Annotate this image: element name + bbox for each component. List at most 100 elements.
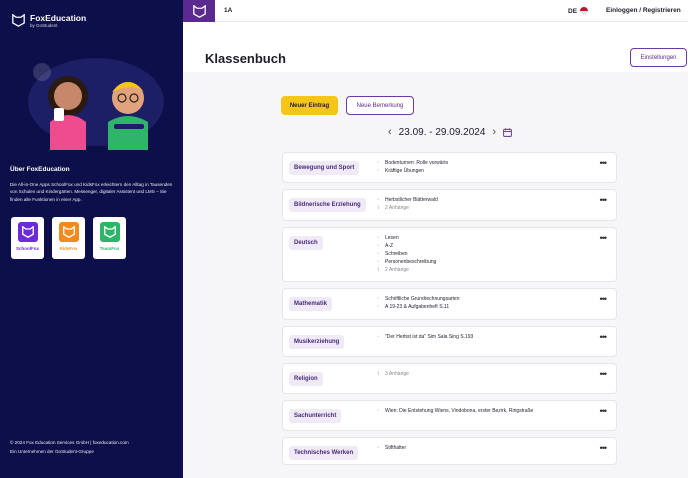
entry-icon: ▫ [377, 160, 379, 166]
schoolfox-icon [17, 222, 38, 242]
more-options-icon[interactable]: ••• [600, 158, 608, 168]
language-switcher[interactable]: DE [568, 7, 589, 15]
entry-icon: ▫ [377, 243, 379, 249]
brand-name: FoxEducation [30, 13, 87, 23]
teamfox-icon [99, 222, 120, 242]
entry-line: ▫ Wien: Die Entstehung Wiens, Vindobona, … [377, 407, 533, 415]
entry-line: ▫ Stifthalter [377, 444, 406, 452]
entry-list: ⌇ 3 Anhänge [377, 370, 409, 378]
brand-logo[interactable]: FoxEducation by GoStudent [12, 14, 86, 29]
more-options-icon[interactable]: ••• [600, 369, 608, 379]
attachments-line[interactable]: ⌇ 2 Anhänge [377, 204, 438, 212]
more-options-icon[interactable]: ••• [600, 233, 608, 243]
entry-text: Bodenturnen: Rolle vorwärts [385, 160, 449, 166]
week-navigator: ‹ 23.09. - 29.09.2024 › [388, 126, 512, 138]
paperclip-icon: ⌇ [377, 267, 380, 273]
chevron-right-icon[interactable]: › [492, 126, 496, 138]
about-text: Die All-in-One Apps SchoolFox und KidsFo… [10, 182, 173, 202]
kidsfox-icon [58, 222, 79, 242]
top-bar: 1A DE Einloggen / Registrieren [183, 0, 688, 22]
app-name: TeamFox [99, 246, 120, 251]
more-options-icon[interactable]: ••• [600, 332, 608, 342]
paperclip-icon: ⌇ [377, 371, 380, 377]
entry-list: ▫ Bodenturnen: Rolle vorwärts ▫ Kräftige Üb… [377, 159, 448, 175]
paperclip-icon: ⌇ [377, 205, 380, 211]
entry-list: ▫ "Der Herbst ist da" Sim Sala Sing S.193 [377, 333, 473, 341]
app-kidsfox[interactable]: KidsFox [52, 217, 85, 259]
entry-line: ▫ Kräftige Übungen [377, 167, 448, 175]
settings-button[interactable]: Einstellungen [630, 48, 687, 67]
more-options-icon[interactable]: ••• [600, 443, 608, 453]
austria-flag-icon [580, 7, 589, 15]
subject-tag: Technisches Werken [289, 446, 359, 460]
entry-icon: ▫ [377, 251, 379, 257]
entry-icon: ▫ [377, 408, 379, 414]
about-title: Über FoxEducation [10, 166, 70, 173]
fox-logo-icon [12, 14, 25, 27]
footer-company: Ein Unternehmen der GoStudent-Gruppe [10, 448, 94, 454]
app-schoolfox[interactable]: SchoolFox [11, 217, 44, 259]
attachments-text: 2 Anhänge [385, 267, 409, 273]
entry-line: ▫ A-Z [377, 242, 436, 250]
week-range: 23.09. - 29.09.2024 [398, 126, 486, 138]
language-label: DE [568, 7, 578, 15]
subject-row[interactable]: Bildnerische Erziehung ▫ Herbstlicher Blät… [282, 189, 617, 221]
new-note-button[interactable]: Neue Bemerkung [346, 96, 414, 115]
sidebar-footer: © 2024 Fox Education Services GmbH | fox… [10, 439, 129, 456]
subject-row[interactable]: Bewegung und Sport ▫ Bodenturnen: Rolle vo… [282, 152, 617, 183]
more-options-icon[interactable]: ••• [600, 294, 608, 304]
entry-text: A 19-23 & Aufgabenheft S.11 [385, 304, 450, 310]
entry-line: ▫ Schreiben [377, 250, 436, 258]
subject-tag: Mathematik [289, 297, 333, 311]
subject-tag: Religion [289, 372, 323, 386]
subject-tag: Bewegung und Sport [289, 161, 360, 175]
entry-icon: ▫ [377, 235, 379, 241]
new-entry-button[interactable]: Neuer Eintrag [281, 96, 338, 115]
sidebar: FoxEducation by GoStudent Über FoxEducat… [0, 0, 183, 478]
main-content: Klassenbuch Einstellungen Neuer Eintrag … [183, 22, 688, 478]
subject-row[interactable]: Technisches Werken ▫ Stifthalter ••• [282, 437, 617, 465]
entry-icon: ▫ [377, 168, 379, 174]
entry-list: ▫ Lesen ▫ A-Z ▫ Schreiben ▫ Personenbeschreibun… [377, 234, 436, 274]
subject-row[interactable]: Religion ⌇ 3 Anhänge ••• [282, 363, 617, 394]
calendar-icon[interactable] [503, 127, 512, 137]
subject-row[interactable]: Mathematik ▫ Schriftliche Grundrechnungsar… [282, 288, 617, 320]
subject-row[interactable]: Deutsch ▫ Lesen ▫ A-Z ▫ Schreiben ▫ Personenbesc… [282, 227, 617, 282]
entry-text: Lesen [385, 235, 399, 241]
subject-row[interactable]: Sachunterricht ▫ Wien: Die Entstehung Wien… [282, 400, 617, 431]
fox-home-icon[interactable] [183, 0, 215, 22]
entry-icon: ▫ [377, 259, 379, 265]
entry-line: ▫ Personenbeschreibung [377, 258, 436, 266]
entry-text: Wien: Die Entstehung Wiens, Vindobona, e… [385, 408, 534, 414]
subject-row[interactable]: Musikerziehung ▫ "Der Herbst ist da" Sim S… [282, 326, 617, 357]
entry-line: ▫ "Der Herbst ist da" Sim Sala Sing S.193 [377, 333, 473, 341]
subject-tag: Bildnerische Erziehung [289, 198, 366, 212]
more-options-icon[interactable]: ••• [600, 195, 608, 205]
subject-tag: Musikerziehung [289, 335, 345, 349]
entry-text: Kräftige Übungen [385, 168, 424, 174]
attachments-text: 2 Anhänge [385, 205, 409, 211]
attachments-text: 3 Anhänge [385, 371, 409, 377]
entry-icon: ▫ [377, 296, 379, 302]
entry-icon: ▫ [377, 445, 379, 451]
entry-icon: ▫ [377, 197, 379, 203]
app-list: SchoolFox KidsFox TeamFox [11, 217, 126, 259]
app-teamfox[interactable]: TeamFox [93, 217, 126, 259]
entry-text: Personenbeschreibung [385, 259, 437, 265]
footer-copyright: © 2024 Fox Education Services GmbH | fox… [10, 440, 129, 445]
entry-line: ▫ Lesen [377, 234, 436, 242]
more-options-icon[interactable]: ••• [600, 406, 608, 416]
entry-text: Herbstlicher Blätterwald [385, 197, 438, 203]
entry-list: ▫ Stifthalter [377, 444, 406, 452]
entry-line: ▫ Schriftliche Grundrechnungsarten [377, 295, 460, 303]
subject-tag: Deutsch [289, 236, 323, 250]
login-link[interactable]: Einloggen / Registrieren [606, 7, 681, 14]
brand-sub: by GoStudent [30, 23, 58, 28]
chevron-left-icon[interactable]: ‹ [388, 126, 392, 138]
attachments-line[interactable]: ⌇ 3 Anhänge [377, 370, 409, 378]
attachments-line[interactable]: ⌇ 2 Anhänge [377, 266, 436, 274]
class-name[interactable]: 1A [224, 7, 232, 14]
entry-text: A-Z [385, 243, 394, 249]
entry-icon: ▫ [377, 304, 379, 310]
entry-list: ▫ Herbstlicher Blätterwald ⌇ 2 Anhänge [377, 196, 438, 212]
